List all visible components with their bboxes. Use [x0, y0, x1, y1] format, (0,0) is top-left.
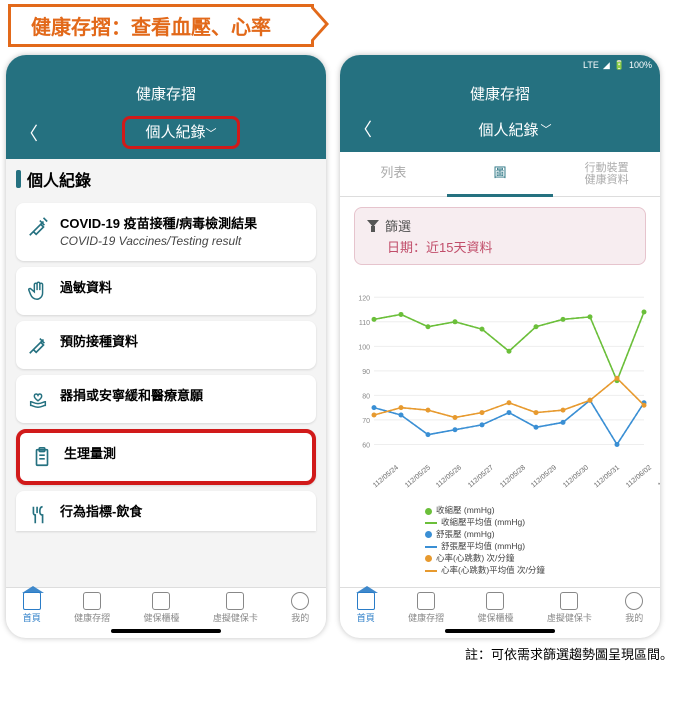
- book-icon: [417, 592, 435, 610]
- filter-range: 日期：近15天資料: [367, 235, 633, 256]
- svg-text:60: 60: [362, 443, 370, 450]
- counter-icon: [152, 592, 170, 610]
- card-vaccination[interactable]: 預防接種資料: [16, 321, 316, 369]
- app-title: 健康存摺: [340, 75, 660, 110]
- svg-text:80: 80: [362, 394, 370, 401]
- tab-bar: 首頁 健康存摺 健保櫃檯 虛擬健保卡 我的: [340, 587, 660, 626]
- home-icon: [23, 592, 41, 610]
- home-indicator: [445, 629, 555, 633]
- person-icon: [625, 592, 643, 610]
- card-organ-donation[interactable]: 器捐或安寧緩和醫療意願: [16, 375, 316, 423]
- tab-counter[interactable]: 健保櫃檯: [143, 592, 179, 624]
- tab-vcard[interactable]: 虛擬健保卡: [213, 592, 258, 624]
- svg-text:110: 110: [359, 320, 370, 327]
- tab-mine[interactable]: 我的: [625, 592, 643, 624]
- content-left: 個人紀錄 COVID-19 疫苗接種/病毒檢測結果 COVID-19 Vacci…: [6, 159, 326, 587]
- heart-hands-icon: [26, 387, 50, 411]
- home-icon: [357, 592, 375, 610]
- section-bar-icon: [16, 170, 21, 188]
- card-covid[interactable]: COVID-19 疫苗接種/病毒檢測結果 COVID-19 Vaccines/T…: [16, 203, 316, 261]
- page-banner: 健康存摺：查看血壓、心率: [8, 4, 314, 47]
- card-icon: [226, 592, 244, 610]
- status-bar: LTE ◢ 🔋 100%: [340, 55, 660, 75]
- counter-icon: [486, 592, 504, 610]
- card-icon: [560, 592, 578, 610]
- page-dropdown[interactable]: 個人紀錄﹀: [122, 116, 239, 149]
- signal-icon: ◢: [603, 60, 610, 71]
- tab-home[interactable]: 首頁: [23, 592, 41, 624]
- card-behavior-diet[interactable]: 行為指標-飲食: [16, 491, 316, 531]
- back-icon[interactable]: 〈: [14, 120, 44, 146]
- tab-bar: 首頁 健康存摺 健保櫃檯 虛擬健保卡 我的: [6, 587, 326, 626]
- svg-text:100: 100: [358, 345, 370, 352]
- view-tabs: 列表 圖 行動裝置健康資料: [340, 152, 660, 197]
- tab-vcard[interactable]: 虛擬健保卡: [547, 592, 592, 624]
- nav-row: 〈 個人紀錄﹀: [6, 110, 326, 159]
- card-allergy[interactable]: 過敏資料: [16, 267, 316, 315]
- fork-knife-icon: [26, 503, 50, 527]
- status-bar: [6, 55, 326, 75]
- app-title: 健康存摺: [6, 75, 326, 110]
- tab-device-data[interactable]: 行動裝置健康資料: [553, 152, 660, 196]
- chevron-down-icon: ﹀: [541, 121, 552, 137]
- content-right: 列表 圖 行動裝置健康資料 篩選 日期：近15天資料 60 70 80 90 100 11…: [340, 152, 660, 587]
- funnel-icon: [367, 220, 379, 232]
- syringe2-icon: [26, 333, 50, 357]
- trend-chart: 60708090100110120 112/05/24112/05/25112/…: [350, 279, 650, 584]
- tab-chart-view[interactable]: 圖: [447, 152, 554, 197]
- nav-row: 〈 個人紀錄﹀: [340, 110, 660, 152]
- chevron-down-icon: ﹀: [206, 128, 217, 140]
- page-dropdown[interactable]: 個人紀錄﹀: [378, 119, 652, 140]
- clipboard-icon: [30, 445, 54, 469]
- svg-text:90: 90: [362, 369, 370, 376]
- card-vitals[interactable]: 生理量測: [16, 429, 316, 485]
- home-indicator: [111, 629, 221, 633]
- back-icon[interactable]: 〈: [348, 116, 378, 142]
- svg-text:120: 120: [358, 295, 370, 302]
- person-icon: [291, 592, 309, 610]
- phone-left: 健康存摺 〈 個人紀錄﹀ 個人紀錄 COVID-19 疫苗接種/病毒檢測結果: [6, 55, 326, 638]
- tab-passbook[interactable]: 健康存摺: [408, 592, 444, 624]
- syringe-icon: [26, 215, 50, 239]
- tab-passbook[interactable]: 健康存摺: [74, 592, 110, 624]
- section-heading: 個人紀錄: [6, 159, 326, 197]
- footnote: 註：可依需求篩選趨勢圖呈現區間。: [0, 638, 681, 667]
- filter-panel[interactable]: 篩選 日期：近15天資料: [354, 207, 646, 265]
- book-icon: [83, 592, 101, 610]
- phone-right: LTE ◢ 🔋 100% 健康存摺 〈 個人紀錄﹀ 列表 圖 行動裝置健康資料 …: [340, 55, 660, 638]
- tab-list-view[interactable]: 列表: [340, 152, 447, 196]
- hand-icon: [26, 279, 50, 303]
- tab-home[interactable]: 首頁: [357, 592, 375, 624]
- tab-mine[interactable]: 我的: [291, 592, 309, 624]
- chart-legend: 收縮壓 (mmHg)收縮壓平均值 (mmHg)舒張壓 (mmHg)舒張壓平均值 …: [425, 505, 575, 576]
- battery-icon: 🔋: [614, 60, 625, 71]
- svg-text:70: 70: [362, 418, 370, 425]
- tab-counter[interactable]: 健保櫃檯: [477, 592, 513, 624]
